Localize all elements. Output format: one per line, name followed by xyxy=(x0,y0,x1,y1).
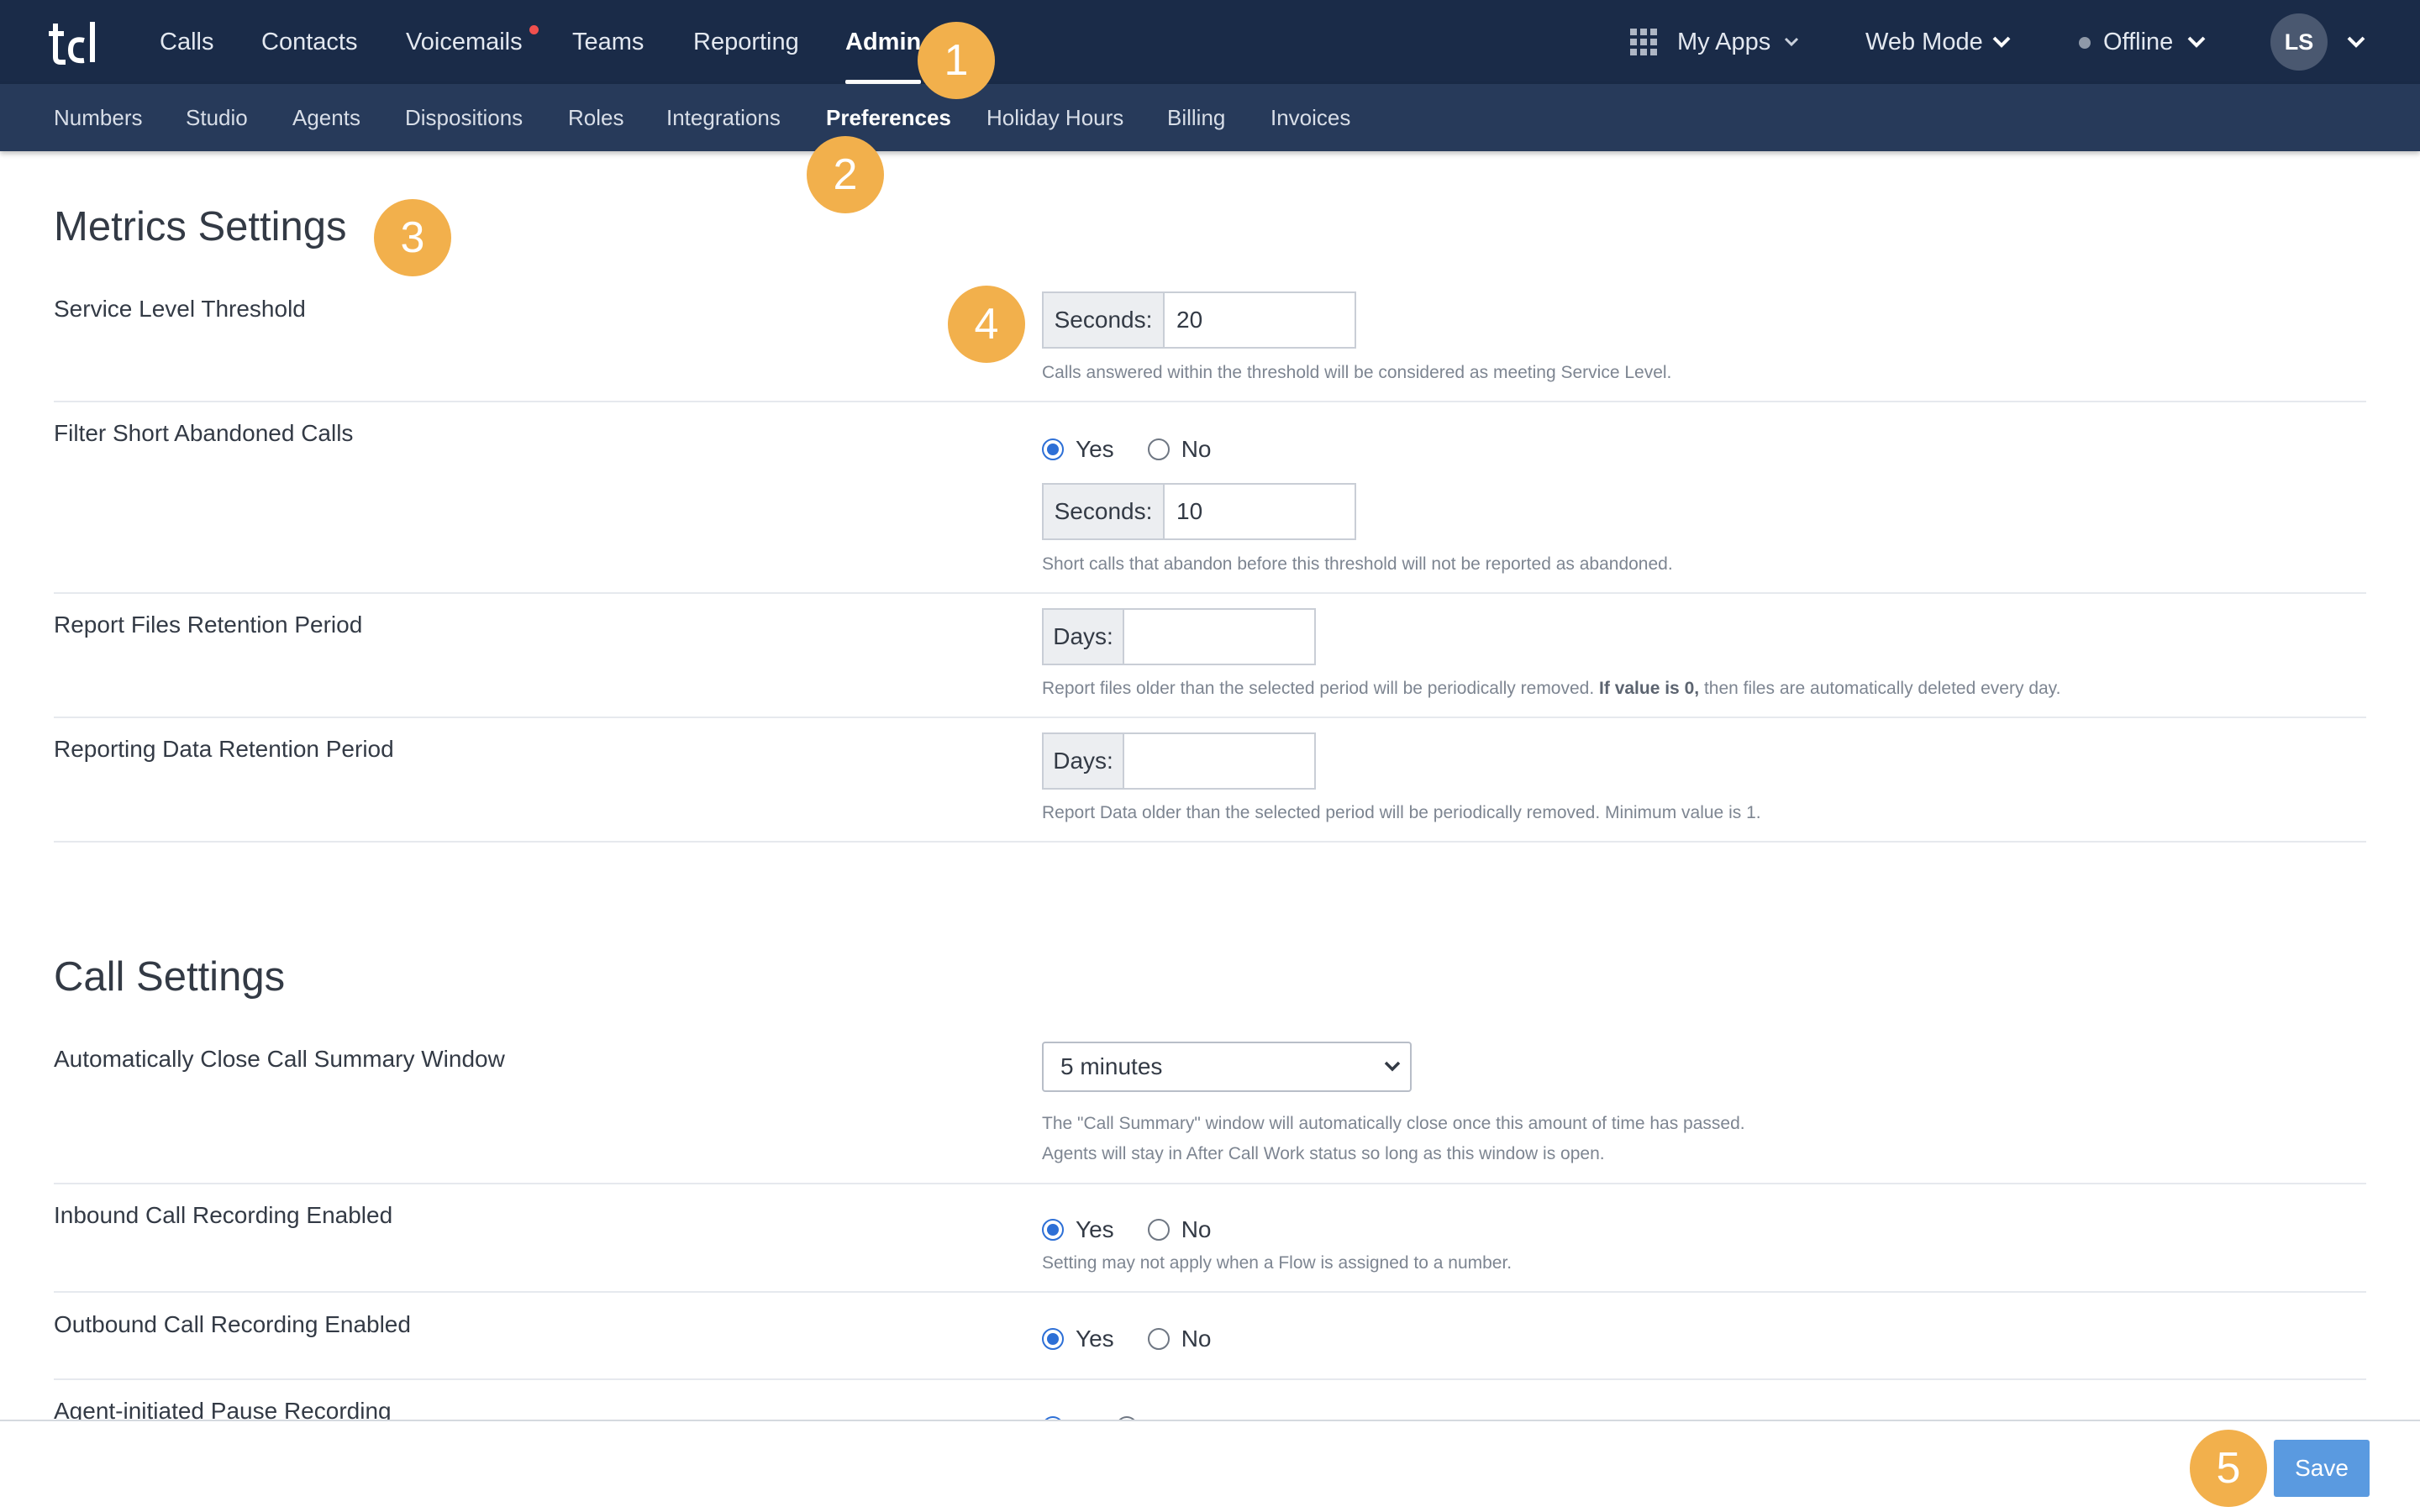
sticky-footer: Save xyxy=(0,1420,2420,1512)
outbound-recording-label: Outbound Call Recording Enabled xyxy=(54,1311,411,1337)
web-mode-menu[interactable]: Web Mode xyxy=(1865,0,1983,84)
chevron-down-icon[interactable] xyxy=(1991,0,2012,84)
call-settings-heading: Call Settings xyxy=(54,954,286,1000)
tcl-logo[interactable] xyxy=(47,18,97,66)
reporting-data-help: Report Data older than the selected peri… xyxy=(1042,803,1761,822)
inbound-recording-radio-group: Yes No xyxy=(1042,1215,1244,1244)
filter-short-abandoned-label: Filter Short Abandoned Calls xyxy=(54,420,354,446)
subnav-invoices[interactable]: Invoices xyxy=(1270,84,1350,151)
inbound-recording-help: Setting may not apply when a Flow is ass… xyxy=(1042,1253,1512,1273)
auto-close-summary-label: Automatically Close Call Summary Window xyxy=(54,1046,505,1072)
radio-label-yes: Yes xyxy=(1076,1326,1114,1352)
service-level-input-group: Seconds: xyxy=(1042,291,1356,349)
nav-voicemails[interactable]: Voicemails xyxy=(406,0,523,84)
outbound-yes-radio[interactable] xyxy=(1042,1328,1064,1350)
inbound-no-radio[interactable] xyxy=(1147,1219,1170,1241)
status-menu[interactable]: Offline xyxy=(2103,0,2173,84)
nav-calls[interactable]: Calls xyxy=(160,0,213,84)
filter-short-help: Short calls that abandon before this thr… xyxy=(1042,554,1673,574)
select-value: 5 minutes xyxy=(1060,1053,1163,1079)
radio-label-yes: Yes xyxy=(1076,436,1114,462)
filter-short-no-radio[interactable] xyxy=(1147,438,1170,460)
subnav-numbers[interactable]: Numbers xyxy=(54,84,142,151)
days-addon: Days: xyxy=(1044,734,1124,788)
chevron-down-icon[interactable] xyxy=(2186,0,2207,84)
step-badge-5: 5 xyxy=(2190,1430,2267,1507)
voicemail-notification-dot xyxy=(529,25,539,34)
subnav-billing[interactable]: Billing xyxy=(1167,84,1225,151)
report-files-help-text: Report files older than the selected per… xyxy=(1042,679,1595,698)
chevron-down-icon xyxy=(1384,1061,1401,1072)
filter-short-input-group: Seconds: xyxy=(1042,483,1356,540)
nav-reporting[interactable]: Reporting xyxy=(693,0,799,84)
subnav-roles[interactable]: Roles xyxy=(568,84,623,151)
admin-sub-navigation: Numbers Studio Agents Dispositions Roles… xyxy=(0,84,2420,151)
auto-close-help-line1: The "Call Summary" window will automatic… xyxy=(1042,1114,1745,1133)
divider xyxy=(54,1291,2366,1293)
save-button[interactable]: Save xyxy=(2274,1440,2370,1497)
subnav-holiday-hours[interactable]: Holiday Hours xyxy=(986,84,1123,151)
inbound-recording-label: Inbound Call Recording Enabled xyxy=(54,1202,393,1228)
divider xyxy=(54,401,2366,402)
nav-admin-label: Admin xyxy=(845,29,922,55)
top-navigation-bar: Calls Contacts Voicemails Teams Reportin… xyxy=(0,0,2420,84)
inbound-yes-radio[interactable] xyxy=(1042,1219,1064,1241)
nav-teams[interactable]: Teams xyxy=(572,0,644,84)
radio-label-no: No xyxy=(1181,436,1212,462)
metrics-settings-heading: Metrics Settings xyxy=(54,204,347,249)
subnav-integrations[interactable]: Integrations xyxy=(666,84,781,151)
divider xyxy=(54,1378,2366,1380)
chevron-down-icon[interactable] xyxy=(2346,0,2366,84)
service-level-help: Calls answered within the threshold will… xyxy=(1042,363,1672,382)
report-files-input-group: Days: xyxy=(1042,608,1316,665)
radio-label-no: No xyxy=(1181,1326,1212,1352)
divider xyxy=(54,1183,2366,1184)
nav-admin[interactable]: Admin xyxy=(845,0,922,84)
subnav-studio[interactable]: Studio xyxy=(186,84,248,151)
seconds-addon: Seconds: xyxy=(1044,485,1165,538)
reporting-data-days-input[interactable] xyxy=(1124,734,1314,788)
auto-close-summary-select[interactable]: 5 minutes xyxy=(1042,1042,1412,1092)
auto-close-help-line2: Agents will stay in After Call Work stat… xyxy=(1042,1144,1605,1163)
seconds-addon: Seconds: xyxy=(1044,293,1165,347)
radio-label-no: No xyxy=(1181,1216,1212,1242)
user-avatar[interactable]: LS xyxy=(2270,13,2328,71)
reporting-data-input-group: Days: xyxy=(1042,732,1316,790)
chevron-down-icon[interactable] xyxy=(1783,0,1800,84)
radio-label-yes: Yes xyxy=(1076,1216,1114,1242)
my-apps-menu[interactable]: My Apps xyxy=(1677,0,1770,84)
status-dot-icon xyxy=(2079,37,2091,49)
filter-short-radio-group: Yes No xyxy=(1042,435,1244,464)
subnav-dispositions[interactable]: Dispositions xyxy=(405,84,523,151)
report-files-days-input[interactable] xyxy=(1124,610,1314,664)
reporting-data-retention-label: Reporting Data Retention Period xyxy=(54,736,394,762)
step-badge-1: 1 xyxy=(918,22,995,99)
subnav-agents[interactable]: Agents xyxy=(292,84,360,151)
nav-contacts[interactable]: Contacts xyxy=(261,0,357,84)
outbound-no-radio[interactable] xyxy=(1147,1328,1170,1350)
report-files-help-text-end: then files are automatically deleted eve… xyxy=(1703,679,2061,698)
service-level-threshold-label: Service Level Threshold xyxy=(54,296,306,322)
outbound-recording-radio-group: Yes No xyxy=(1042,1325,1244,1353)
report-files-help: Report files older than the selected per… xyxy=(1042,679,2060,699)
step-badge-2: 2 xyxy=(807,136,884,213)
step-badge-4: 4 xyxy=(948,286,1025,363)
report-files-help-bold: If value is 0, xyxy=(1599,679,1700,698)
service-level-seconds-input[interactable] xyxy=(1165,293,1355,347)
divider xyxy=(54,717,2366,718)
divider xyxy=(54,592,2366,594)
apps-grid-icon[interactable] xyxy=(1630,29,1657,55)
report-files-retention-label: Report Files Retention Period xyxy=(54,612,363,638)
filter-short-yes-radio[interactable] xyxy=(1042,438,1064,460)
step-badge-3: 3 xyxy=(374,199,451,276)
days-addon: Days: xyxy=(1044,610,1124,664)
filter-short-seconds-input[interactable] xyxy=(1165,485,1355,538)
divider xyxy=(54,841,2366,843)
